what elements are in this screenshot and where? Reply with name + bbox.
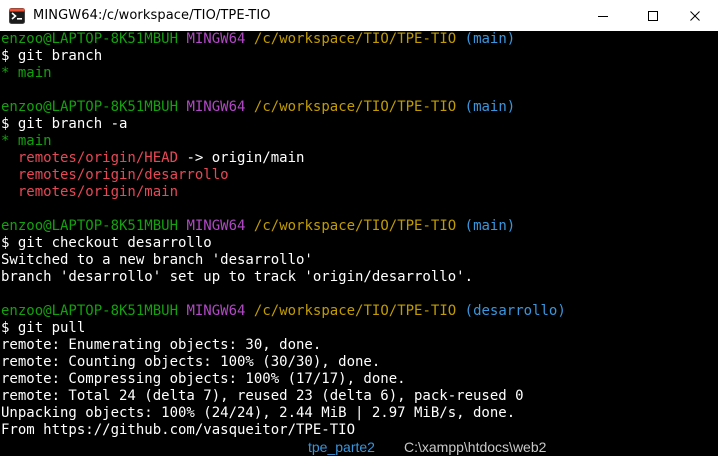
output-text: remotes/origin/main [1,184,179,200]
git-bash-icon [9,7,25,24]
prompt-line: enzoo@LAPTOP-8K51MBUH MINGW64 /c/workspa… [1,303,718,320]
terminal-window: MINGW64:/c/workspace/TIO/TPE-TIO enzoo@L… [0,0,718,456]
command-text: git pull [17,320,86,336]
output-suffix: -> origin/main [178,150,305,166]
output-text: From https://github.com/vasqueitor/TPE-T… [1,422,356,438]
output-line: remotes/origin/desarrollo [1,167,718,184]
output-text: remotes/origin/HEAD [1,150,179,166]
output-line: * main [1,133,718,150]
prompt-dollar: $ [1,48,18,64]
output-text: remote: Counting objects: 100% (30/30), … [1,354,381,370]
output-line: remote: Compressing objects: 100% (17/17… [1,371,718,388]
prompt-branch: (main) [464,218,516,234]
prompt-branch: (desarrollo) [464,303,566,319]
prompt-line: enzoo@LAPTOP-8K51MBUH MINGW64 /c/workspa… [1,31,718,48]
output-line: Unpacking objects: 100% (24/24), 2.44 Mi… [1,405,718,422]
prompt-path: /c/workspace/TIO/TPE-TIO [253,218,457,234]
output-text: Unpacking objects: 100% (24/24), 2.44 Mi… [1,405,516,421]
prompt-path: /c/workspace/TIO/TPE-TIO [253,31,457,47]
maximize-button[interactable] [630,0,676,31]
status-path: C:\xampp\htdocs\web2 [404,439,547,455]
prompt-branch: (main) [464,99,516,115]
prompt-system: MINGW64 [186,218,246,234]
close-button[interactable] [672,0,718,31]
command-text: git checkout desarrollo [17,235,212,251]
prompt-system: MINGW64 [186,99,246,115]
prompt-user-host: enzoo@LAPTOP-8K51MBUH [1,303,179,319]
prompt-user-host: enzoo@LAPTOP-8K51MBUH [1,31,179,47]
output-text: Switched to a new branch 'desarrollo' [1,252,313,268]
output-text: remote: Total 24 (delta 7), reused 23 (d… [1,388,524,404]
prompt-system: MINGW64 [186,31,246,47]
prompt-branch: (main) [464,31,516,47]
prompt-line: enzoo@LAPTOP-8K51MBUH MINGW64 /c/workspa… [1,218,718,235]
output-line: remotes/origin/HEAD -> origin/main [1,150,718,167]
close-icon [690,10,700,21]
prompt-dollar: $ [1,235,18,251]
output-line: From https://github.com/vasqueitor/TPE-T… [1,422,718,439]
prompt-dollar: $ [1,116,18,132]
prompt-dollar: $ [1,320,18,336]
status-branch[interactable]: tpe_parte2 [308,439,375,456]
output-text: remote: Compressing objects: 100% (17/17… [1,371,406,387]
output-text: * main [1,133,52,149]
output-text: remotes/origin/desarrollo [1,167,229,183]
minimize-icon [598,15,608,17]
maximize-icon [648,10,658,21]
command-line: $ git branch -a [1,116,718,133]
output-line: remote: Counting objects: 100% (30/30), … [1,354,718,371]
output-line: remotes/origin/main [1,184,718,201]
terminal-output[interactable]: enzoo@LAPTOP-8K51MBUH MINGW64 /c/workspa… [0,31,718,439]
prompt-line: enzoo@LAPTOP-8K51MBUH MINGW64 /c/workspa… [1,99,718,116]
output-line: remote: Enumerating objects: 30, done. [1,337,718,354]
status-bar: tpe_parte2 C:\xampp\htdocs\web2 [0,439,718,456]
minimize-button[interactable] [580,0,626,31]
prompt-user-host: enzoo@LAPTOP-8K51MBUH [1,99,179,115]
prompt-user-host: enzoo@LAPTOP-8K51MBUH [1,218,179,234]
output-text: remote: Enumerating objects: 30, done. [1,337,322,353]
output-text: * main [1,65,52,81]
window-title: MINGW64:/c/workspace/TIO/TPE-TIO [33,8,271,23]
prompt-path: /c/workspace/TIO/TPE-TIO [253,303,457,319]
output-text: branch 'desarrollo' set up to track 'ori… [1,269,474,285]
output-line: remote: Total 24 (delta 7), reused 23 (d… [1,388,718,405]
output-line: branch 'desarrollo' set up to track 'ori… [1,269,718,286]
title-bar[interactable]: MINGW64:/c/workspace/TIO/TPE-TIO [0,0,718,31]
prompt-system: MINGW64 [186,303,246,319]
output-line: Switched to a new branch 'desarrollo' [1,252,718,269]
output-line: * main [1,65,718,82]
command-line: $ git checkout desarrollo [1,235,718,252]
command-line: $ git pull [1,320,718,337]
command-text: git branch -a [17,116,128,132]
command-text: git branch [17,48,103,64]
command-line: $ git branch [1,48,718,65]
prompt-path: /c/workspace/TIO/TPE-TIO [253,99,457,115]
